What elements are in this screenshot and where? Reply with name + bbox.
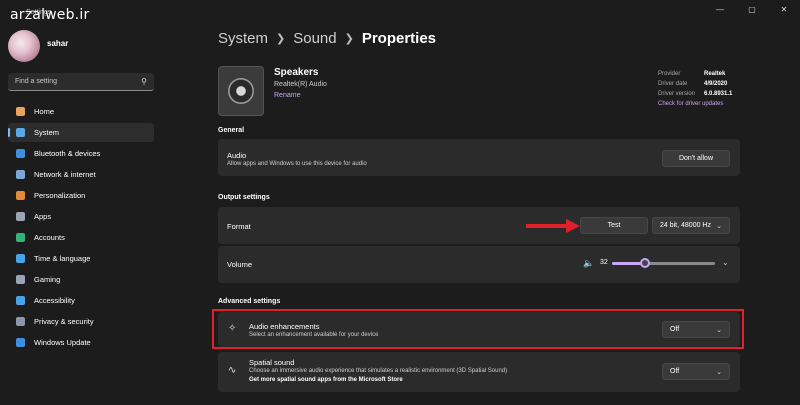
audio-card: Audio Allow apps and Windows to use this… [218, 139, 740, 176]
sidebar-item-label: Windows Update [34, 338, 91, 347]
sidebar-item-bluetooth-devices[interactable]: Bluetooth & devices [8, 144, 154, 163]
sidebar-item-accounts[interactable]: Accounts [8, 228, 154, 247]
avatar[interactable] [8, 30, 40, 62]
sidebar-item-windows-update[interactable]: Windows Update [8, 333, 154, 352]
sidebar-item-time-language[interactable]: Time & language [8, 249, 154, 268]
driver-info: Provider Realtek Driver date 4/9/2020 Driv… [658, 69, 732, 109]
highlight-annotation [212, 309, 744, 349]
provider-value: Realtek [704, 71, 726, 77]
sidebar-item-gaming[interactable]: Gaming [8, 270, 154, 289]
format-card: Format Test 24 bit, 48000 Hz ⌄ [218, 207, 740, 244]
system-icon [16, 128, 25, 137]
title-bar: Settings arzalweb.ir — ▢ ✕ [0, 0, 800, 24]
close-button[interactable]: ✕ [768, 0, 800, 18]
driver-date-value: 4/9/2020 [704, 81, 728, 87]
minimize-button[interactable]: — [704, 0, 736, 18]
apps-icon [16, 212, 25, 221]
driver-version-value: 6.0.8931.1 [704, 91, 733, 97]
sidebar-item-label: Accounts [34, 233, 65, 242]
window-controls: — ▢ ✕ [704, 0, 800, 20]
globe-icon [16, 254, 25, 263]
test-button[interactable]: Test [580, 217, 648, 234]
accessibility-icon [16, 296, 25, 305]
update-icon [16, 338, 25, 347]
gaming-icon [16, 275, 25, 284]
speaker-icon [218, 66, 264, 116]
rename-link[interactable]: Rename [274, 92, 300, 99]
brush-icon [16, 191, 25, 200]
spatial-sound-dropdown[interactable]: Off ⌄ [662, 363, 730, 380]
chevron-down-icon: ⌄ [716, 368, 722, 376]
bluetooth-icon [16, 149, 25, 158]
breadcrumb: System ❯ Sound ❯ Properties [218, 30, 436, 47]
maximize-button[interactable]: ▢ [736, 0, 768, 18]
home-icon [16, 107, 25, 116]
sidebar-item-personalization[interactable]: Personalization [8, 186, 154, 205]
volume-slider-thumb[interactable] [639, 258, 650, 268]
check-driver-updates-link[interactable]: Check for driver updates [658, 99, 732, 109]
chevron-right-icon: ❯ [276, 33, 286, 45]
chevron-right-icon: ❯ [344, 33, 354, 45]
format-value: 24 bit, 48000 Hz [660, 222, 711, 229]
sidebar-item-label: Gaming [34, 275, 61, 284]
sidebar-item-label: Privacy & security [34, 317, 94, 326]
provider-key: Provider [658, 71, 681, 77]
driver-date-key: Driver date [658, 81, 688, 87]
device-name: Speakers [274, 67, 319, 78]
volume-expand-chevron-icon[interactable]: ⌄ [722, 258, 729, 267]
speaker-volume-icon[interactable]: 🔈 [583, 258, 594, 269]
section-advanced: Advanced settings [218, 298, 281, 305]
chevron-down-icon: ⌄ [716, 222, 722, 230]
volume-label: Volume [227, 260, 253, 269]
page-title: Properties [361, 30, 437, 47]
spatial-sound-title: Spatial sound [249, 358, 295, 367]
search-icon[interactable]: ⚲ [141, 77, 147, 86]
dont-allow-button[interactable]: Don't allow [662, 150, 730, 167]
device-subtitle: Realtek(R) Audio [274, 81, 327, 88]
spatial-sound-card: ∿ Spatial sound Choose an immersive audi… [218, 352, 740, 392]
network-icon [16, 170, 25, 179]
sidebar-item-label: Bluetooth & devices [34, 149, 101, 158]
driver-version-key: Driver version [658, 91, 696, 97]
nav-list: Home System Bluetooth & devices Network & i… [8, 102, 154, 354]
format-label: Format [227, 222, 251, 231]
sidebar-item-apps[interactable]: Apps [8, 207, 154, 226]
breadcrumb-sound[interactable]: Sound [293, 30, 336, 47]
section-general: General [218, 127, 245, 134]
audio-title: Audio [227, 151, 247, 160]
sidebar-item-system[interactable]: System [8, 123, 154, 142]
sidebar-item-label: System [34, 128, 60, 137]
volume-value: 32 [600, 259, 608, 266]
sidebar-item-privacy-security[interactable]: Privacy & security [8, 312, 154, 331]
sidebar-item-label: Personalization [34, 191, 86, 200]
search-box[interactable]: Find a setting ⚲ [8, 73, 154, 91]
spatial-sound-store-link[interactable]: Get more spatial sound apps from the Mic… [249, 377, 403, 383]
breadcrumb-system[interactable]: System [218, 30, 268, 47]
sidebar-item-network-internet[interactable]: Network & internet [8, 165, 154, 184]
spatial-sound-description: Choose an immersive audio experience tha… [249, 368, 508, 374]
sidebar: sahar Find a setting ⚲ Home System Bluetoo… [0, 20, 165, 405]
spatial-sound-icon: ∿ [228, 365, 237, 376]
sidebar-item-label: Accessibility [34, 296, 75, 305]
sidebar-item-accessibility[interactable]: Accessibility [8, 291, 154, 310]
search-input[interactable]: Find a setting [15, 78, 141, 85]
volume-slider[interactable] [612, 258, 715, 268]
spatial-sound-value: Off [670, 368, 680, 375]
sidebar-item-label: Apps [34, 212, 52, 221]
accounts-icon [16, 233, 25, 242]
section-output: Output settings [218, 194, 270, 201]
sidebar-item-label: Home [34, 107, 55, 116]
audio-description: Allow apps and Windows to use this devic… [227, 161, 367, 167]
shield-icon [16, 317, 25, 326]
arrow-annotation-icon [526, 219, 580, 233]
sidebar-item-label: Time & language [34, 254, 91, 263]
sidebar-item-home[interactable]: Home [8, 102, 154, 121]
format-dropdown[interactable]: 24 bit, 48000 Hz ⌄ [652, 217, 730, 234]
sidebar-item-label: Network & internet [34, 170, 96, 179]
user-name: sahar [47, 39, 69, 48]
